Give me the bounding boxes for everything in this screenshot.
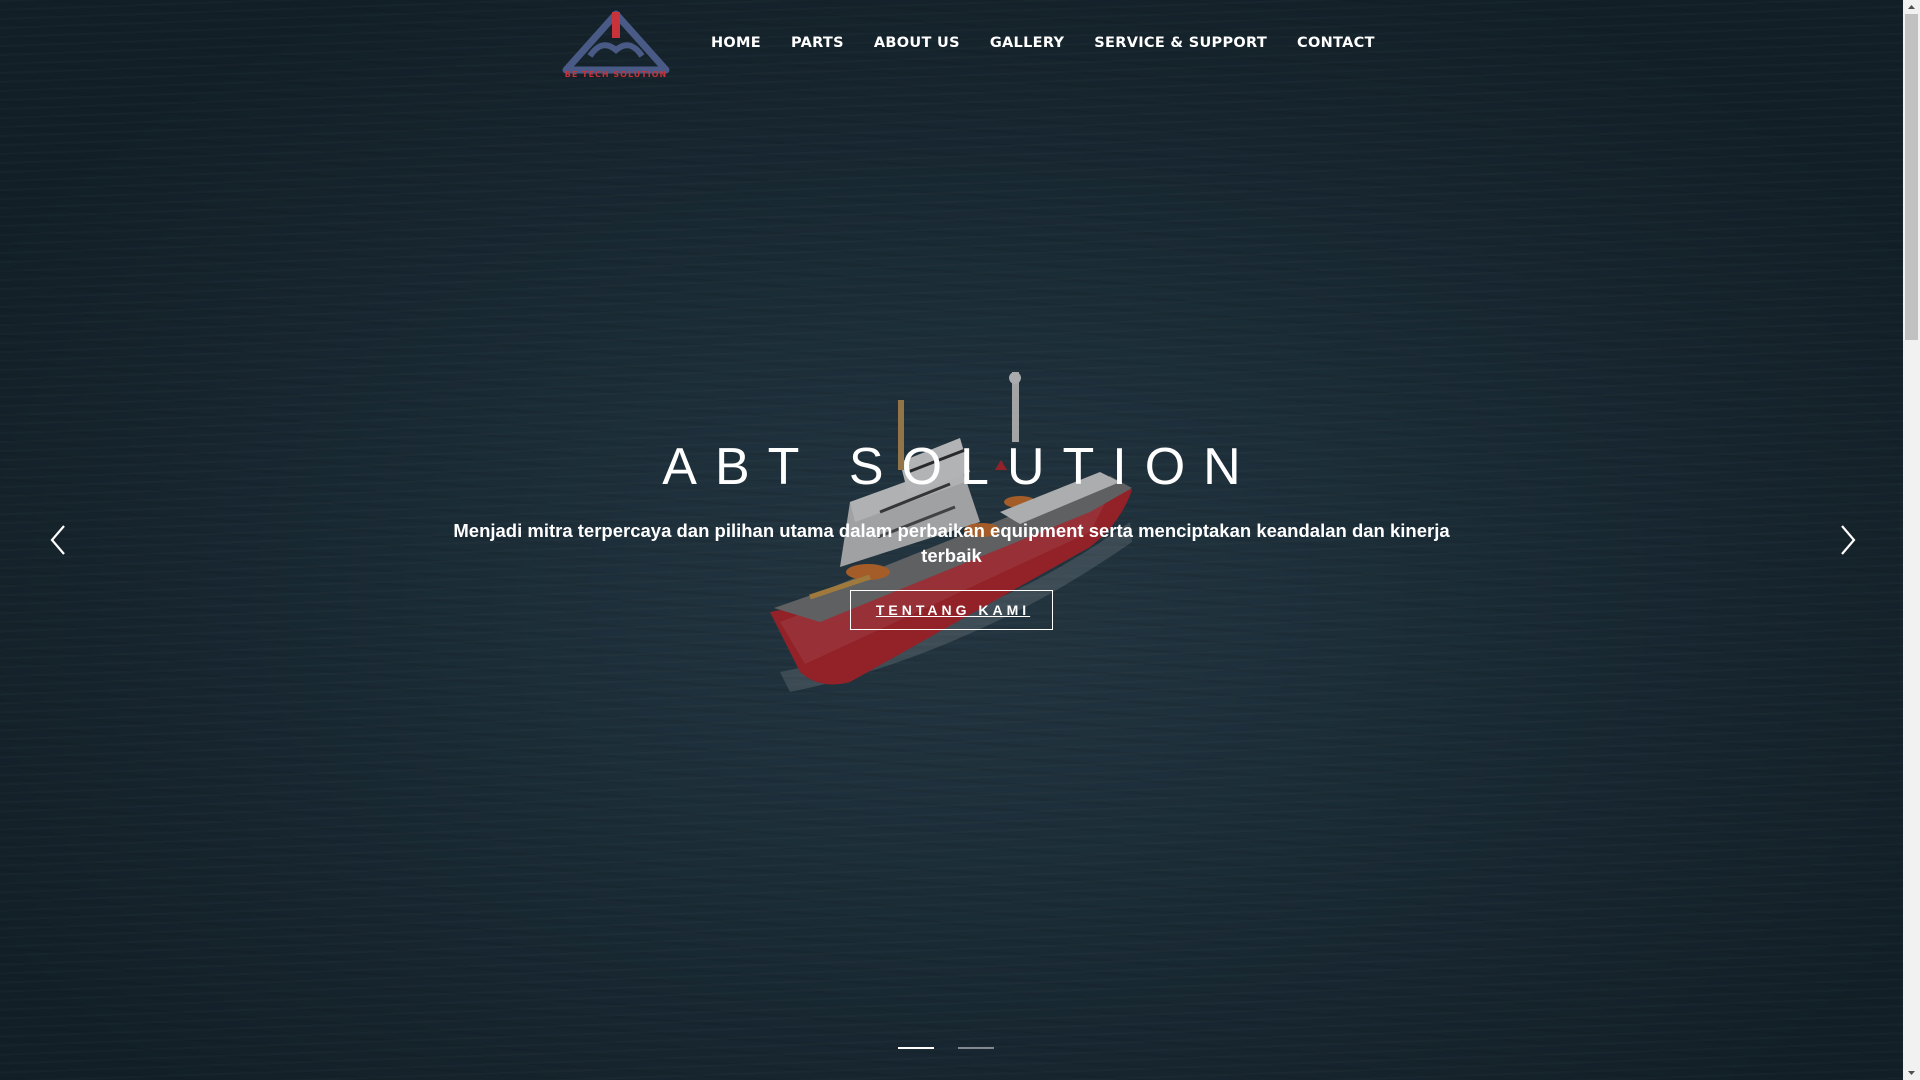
slide-indicators — [898, 1047, 994, 1049]
nav-contact[interactable]: CONTACT — [1282, 32, 1390, 54]
hero-title: ABT SOLUTION — [662, 438, 1259, 496]
company-logo[interactable]: BE TECH SOLUTION — [560, 10, 672, 78]
scroll-thumb[interactable] — [1905, 14, 1918, 340]
svg-text:BE TECH SOLUTION: BE TECH SOLUTION — [565, 70, 667, 78]
nav-about-us[interactable]: ABOUT US — [859, 32, 975, 54]
page-scrollbar[interactable] — [1903, 0, 1920, 1080]
nav-gallery[interactable]: GALLERY — [975, 32, 1079, 54]
hero-slider: BE TECH SOLUTION HOME PARTS ABOUT US GAL… — [0, 0, 1903, 1080]
scroll-up-arrow-icon[interactable] — [1903, 0, 1920, 14]
nav-menu: HOME PARTS ABOUT US GALLERY SERVICE & SU… — [696, 32, 1390, 54]
nav-parts[interactable]: PARTS — [776, 32, 859, 54]
chevron-left-icon[interactable] — [44, 522, 74, 558]
slide-caption: ABT SOLUTION Menjadi mitra terpercaya da… — [0, 432, 1903, 630]
main-nav: BE TECH SOLUTION HOME PARTS ABOUT US GAL… — [0, 0, 1903, 90]
chevron-right-icon[interactable] — [1832, 522, 1862, 558]
nav-service-support[interactable]: SERVICE & SUPPORT — [1079, 32, 1282, 54]
slide-indicator-2[interactable] — [958, 1047, 994, 1049]
hero-subtitle: Menjadi mitra terpercaya dan pilihan uta… — [453, 520, 1450, 566]
nav-home[interactable]: HOME — [696, 32, 776, 54]
tentang-kami-button[interactable]: TENTANG KAMI — [849, 590, 1054, 630]
scroll-down-arrow-icon[interactable] — [1903, 1066, 1920, 1080]
slide-indicator-1[interactable] — [898, 1047, 934, 1049]
